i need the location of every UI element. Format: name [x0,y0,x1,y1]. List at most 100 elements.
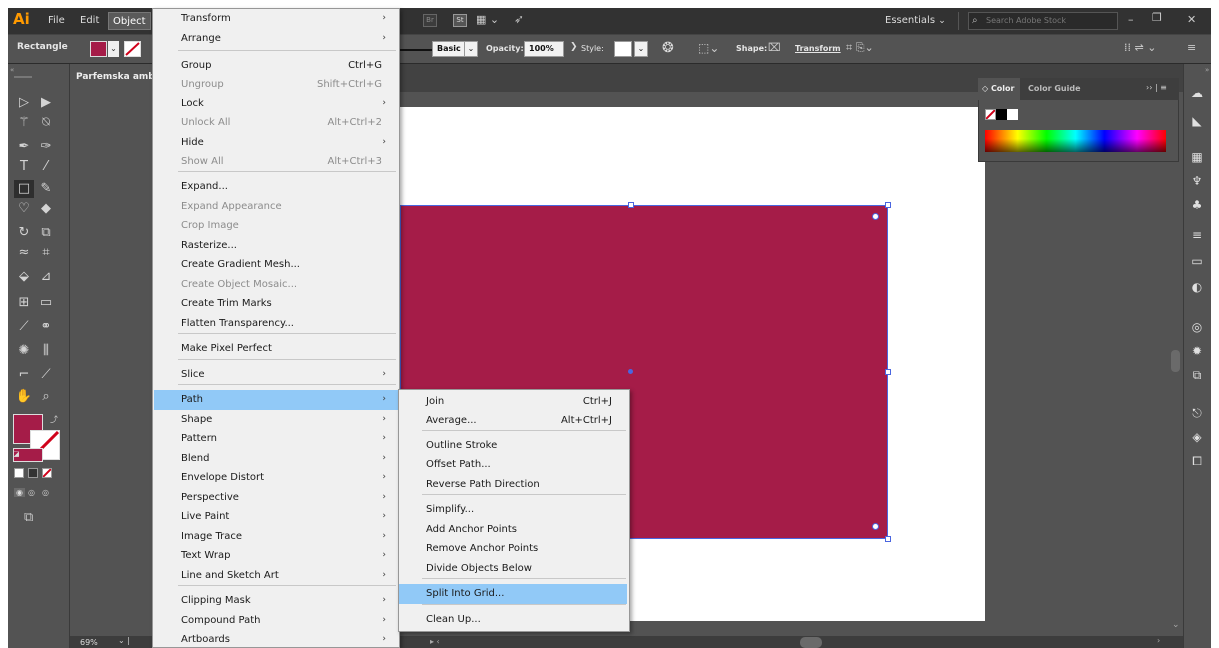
artboard-tool-icon[interactable]: ⌐ [14,366,34,384]
recolor-artwork-icon[interactable]: ❂ [662,40,674,56]
hand-tool-icon[interactable]: ✋ [14,388,34,406]
selection-tool-icon[interactable]: ▷ [14,94,34,112]
brushes-panel-icon[interactable]: ♆ [1187,172,1207,190]
mesh-tool-icon[interactable]: ⊞ [14,294,34,312]
zoom-tool-icon[interactable]: ⌕ [36,388,56,406]
perspective-grid-tool-icon[interactable]: ⊿ [36,268,56,286]
object-menu-item-rasterize[interactable]: Rasterize... [154,236,398,256]
selection-handle[interactable] [885,202,891,208]
default-colors-icon[interactable]: ◪ [13,450,20,458]
object-menu-item-expand[interactable]: Expand... [154,177,398,197]
slice-tool-icon[interactable]: ⟋ [36,366,56,384]
draw-inside-icon[interactable]: ◎ [42,488,49,497]
free-transform-tool-icon[interactable]: ⌗ [36,244,56,262]
object-menu-item-perspective[interactable]: Perspective › [154,488,398,508]
stock-button[interactable]: St [453,14,467,27]
path-menu-item-remove-anchor-points[interactable]: Remove Anchor Points [399,539,627,559]
symbols-panel-icon[interactable]: ♣ [1187,196,1207,214]
object-menu-item-make-pixel-perfect[interactable]: Make Pixel Perfect [154,339,398,359]
graphic-styles-panel-icon[interactable]: ✹ [1187,342,1207,360]
menu-file[interactable]: File [44,8,69,34]
object-menu-item-clipping-mask[interactable]: Clipping Mask › [154,591,398,611]
control-menu-icon[interactable]: ≡ [1187,41,1196,54]
path-menu-item-average[interactable]: Average... Alt+Ctrl+J [399,411,627,431]
horizontal-scroll-thumb[interactable] [800,637,822,648]
path-menu-item-outline-stroke[interactable]: Outline Stroke [399,436,627,456]
object-menu-item-line-and-sketch-art[interactable]: Line and Sketch Art › [154,566,398,586]
collapse-panel-icon[interactable]: « [10,66,14,74]
color-spectrum[interactable] [985,130,1166,152]
path-menu-item-clean-up[interactable]: Clean Up... [399,610,627,630]
expand-panels-icon[interactable]: » [1205,66,1209,74]
shape-builder-tool-icon[interactable]: ⬙ [14,268,34,286]
swatches-panel-icon[interactable]: ▦ [1187,148,1207,166]
path-menu-item-add-anchor-points[interactable]: Add Anchor Points [399,520,627,540]
selection-handle[interactable] [885,369,891,375]
path-menu-item-split-into-grid[interactable]: Split Into Grid... [399,584,627,604]
selection-handle[interactable] [628,202,634,208]
object-menu-item-group[interactable]: Group Ctrl+G [154,56,398,76]
blend-tool-icon[interactable]: ⚭ [36,318,56,336]
libraries-panel-icon[interactable]: ☁ [1187,84,1207,102]
isolate-icon[interactable]: ⌗ ⎘⌄ [846,41,874,55]
object-menu-item-arrange[interactable]: Arrange › [154,29,398,49]
scroll-down-icon[interactable]: ⌄ [1172,620,1180,630]
shape-properties-icon[interactable]: ⌧ [768,41,781,54]
chevron-right-icon[interactable]: ❯ [570,42,578,52]
eyedropper-tool-icon[interactable]: ⟋ [14,318,34,336]
distribute-icon[interactable]: ⁞⁞ ⇌ ⌄ [1124,41,1156,54]
object-menu-item-create-gradient-mesh[interactable]: Create Gradient Mesh... [154,255,398,275]
symbol-sprayer-tool-icon[interactable]: ✺ [14,342,34,360]
object-menu-item-path[interactable]: Path › [154,390,398,410]
vertical-scroll-thumb[interactable] [1171,350,1180,372]
screen-mode-icon[interactable]: ⧉ [24,510,33,525]
object-menu-item-transform[interactable]: Transform › [154,9,398,29]
eraser-tool-icon[interactable]: ◆ [36,200,56,218]
zoom-level[interactable]: 69% [80,638,98,647]
selection-handle[interactable] [885,536,891,542]
style-swatch[interactable] [614,41,632,57]
restore-icon[interactable]: ❐ [1152,6,1162,30]
object-menu-item-pattern[interactable]: Pattern › [154,429,398,449]
document-tab[interactable]: Parfemska amb [70,64,155,92]
arrange-documents-icon[interactable]: ▦ ⌄ [476,13,502,27]
object-menu-item-flatten-transparency[interactable]: Flatten Transparency... [154,314,398,334]
lasso-tool-icon[interactable]: ⍉ [36,114,56,132]
gradient-panel-icon[interactable]: ▭ [1187,252,1207,270]
path-menu-item-join[interactable]: Join Ctrl+J [399,392,627,412]
none-swatch[interactable] [985,109,996,120]
object-menu-item-envelope-distort[interactable]: Envelope Distort › [154,468,398,488]
scale-tool-icon[interactable]: ⧉ [36,224,56,242]
appearance-panel-icon[interactable]: ◎ [1187,318,1207,336]
object-menu-item-text-wrap[interactable]: Text Wrap › [154,546,398,566]
fill-swatch[interactable] [90,41,107,57]
object-menu-item-hide[interactable]: Hide › [154,133,398,153]
align-icon[interactable]: ⬚⌄ [698,41,719,55]
shaper-tool-icon[interactable]: ♡ [14,200,34,218]
object-menu-item-artboards[interactable]: Artboards › [154,630,398,648]
panel-menu-icon[interactable]: ›› | ≡ [1146,83,1167,92]
rotate-tool-icon[interactable]: ↻ [14,224,34,242]
width-tool-icon[interactable]: ≈ [14,244,34,262]
minimize-icon[interactable]: – [1128,8,1134,32]
object-menu-item-shape[interactable]: Shape › [154,410,398,430]
type-tool-icon[interactable]: T [14,158,34,176]
tab-color-guide[interactable]: Color Guide [1028,84,1081,93]
transform-panel-icon[interactable]: ⧠ [1187,452,1207,470]
workspace-switcher[interactable]: Essentials ⌄ [885,8,946,34]
gpu-performance-icon[interactable]: ➶ [514,12,530,28]
export-panel-icon[interactable]: ⎋ [1187,404,1207,422]
color-mode-icon[interactable] [14,468,24,478]
path-menu-item-divide-objects-below[interactable]: Divide Objects Below [399,559,627,579]
artboards-panel-icon[interactable]: ⧉ [1187,366,1207,384]
stroke-panel-icon[interactable]: ≡ [1187,226,1207,244]
object-menu-item-lock[interactable]: Lock › [154,94,398,114]
pen-tool-icon[interactable]: ✒ [14,138,34,156]
object-menu-item-create-trim-marks[interactable]: Create Trim Marks [154,294,398,314]
transform-link[interactable]: Transform [795,44,841,53]
menu-edit[interactable]: Edit [76,8,103,34]
object-menu-item-slice[interactable]: Slice › [154,365,398,385]
shape-label[interactable]: Shape: [736,44,767,53]
paintbrush-tool-icon[interactable]: ✎ [36,180,56,198]
corner-radius-widget[interactable] [872,213,879,220]
